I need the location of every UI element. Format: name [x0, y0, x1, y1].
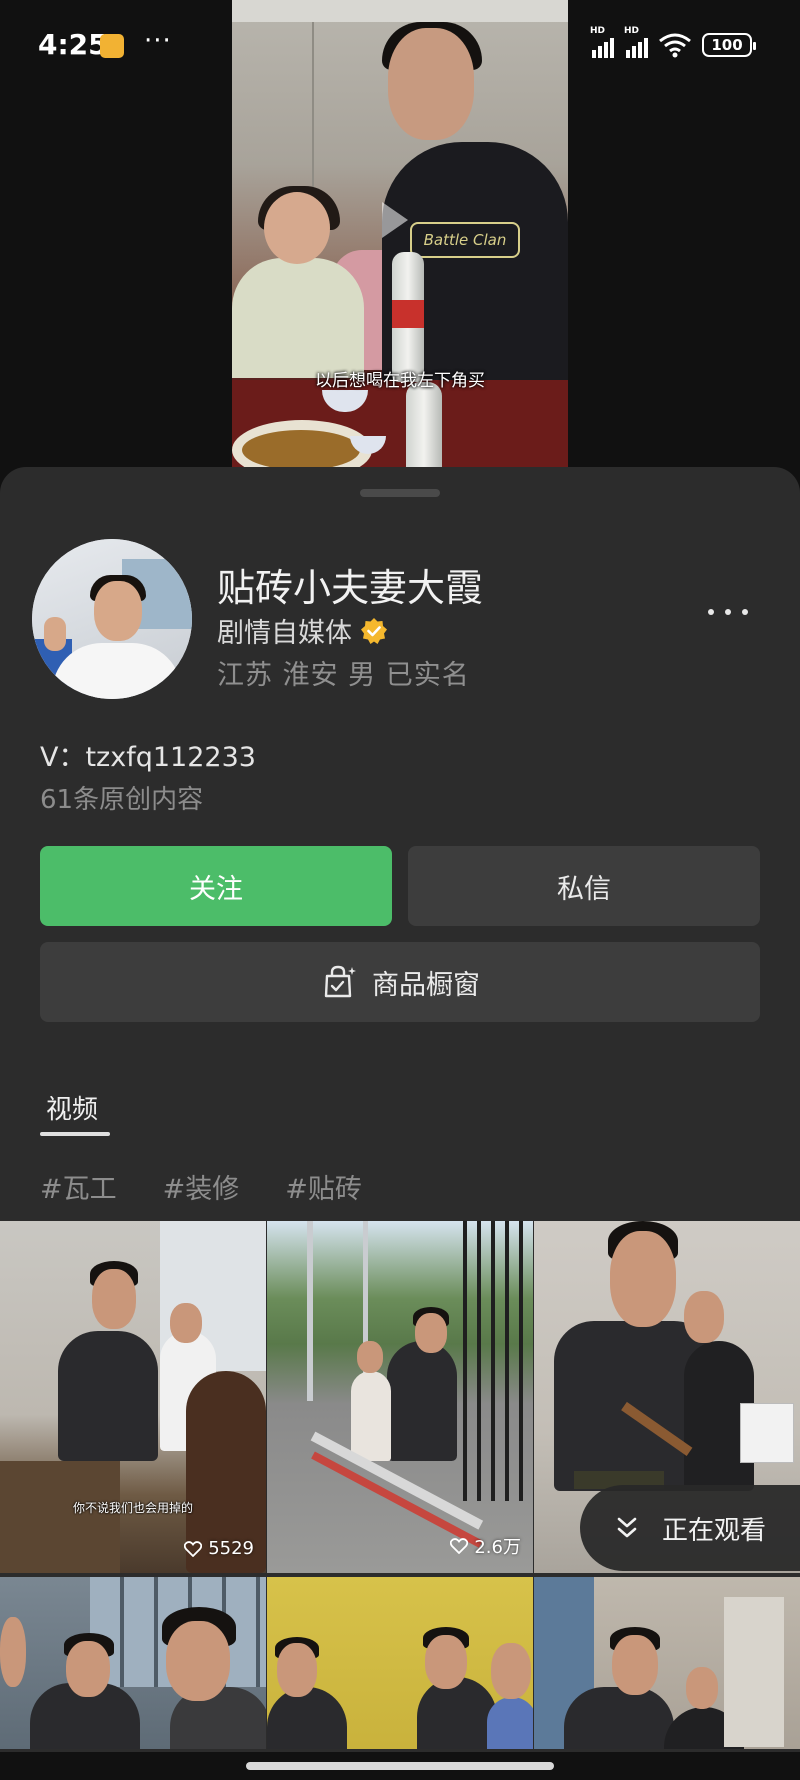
video-thumbnail[interactable]	[267, 1577, 533, 1749]
like-count-value: 2.6万	[474, 1537, 521, 1558]
play-icon	[382, 202, 408, 238]
video-subtitle: 以后想喝在我左下角买	[315, 371, 485, 391]
battery-icon: 100	[702, 33, 756, 57]
profile-type: 剧情自媒体	[217, 611, 388, 650]
dot-icon	[708, 609, 714, 615]
hd-label-2: HD	[624, 26, 640, 36]
like-count-value: 5529	[208, 1538, 254, 1559]
cell-signal-icon-2: HD	[624, 26, 648, 58]
video-thumbnail[interactable]: 你不说我们也会用掉的 5529	[0, 1221, 266, 1573]
thumbnail-caption: 你不说我们也会用掉的	[72, 1501, 193, 1515]
drag-handle[interactable]	[360, 489, 440, 497]
status-indicators: HD HD 100	[590, 26, 756, 58]
video-thumbnail[interactable]: 2.6万	[267, 1221, 533, 1573]
dot-icon	[742, 609, 748, 615]
profile-type-label: 剧情自媒体	[217, 618, 352, 649]
more-dots-icon: ···	[144, 26, 172, 56]
shirt-logo: Battle Clan	[410, 222, 520, 258]
cell-signal-icon: HD	[590, 26, 614, 58]
hd-label: HD	[590, 26, 606, 36]
tag-item[interactable]: #装修	[163, 1167, 240, 1206]
double-chevron-down-icon	[617, 1517, 637, 1538]
heart-icon	[450, 1538, 469, 1554]
now-watching-label: 正在观看	[662, 1515, 767, 1546]
like-count: 5529	[184, 1538, 254, 1559]
video-grid-row-2	[0, 1577, 800, 1749]
video-thumbnail[interactable]	[0, 1577, 266, 1749]
status-time: 4:25	[38, 28, 108, 61]
like-count: 2.6万	[450, 1533, 521, 1559]
tab-videos[interactable]: 视频	[46, 1089, 98, 1126]
avatar[interactable]	[32, 539, 192, 699]
store-label: 商品橱窗	[372, 969, 480, 1001]
contact-info: V：tzxfq112233	[40, 742, 256, 773]
tag-item[interactable]: #瓦工	[40, 1167, 117, 1206]
video-thumbnail[interactable]	[534, 1577, 800, 1749]
wifi-icon	[659, 33, 691, 58]
now-watching-button[interactable]: 正在观看	[580, 1485, 800, 1571]
dot-icon	[725, 609, 731, 615]
home-indicator[interactable]	[246, 1762, 554, 1770]
profile-sheet: 贴砖小夫妻大霞 剧情自媒体 江苏 淮安 男 已实名 V：tzxfq112233 …	[0, 467, 800, 1780]
content-count: 61条原创内容	[40, 785, 204, 815]
store-button[interactable]: 商品橱窗	[40, 942, 760, 1022]
tab-indicator	[40, 1132, 110, 1136]
profile-name: 贴砖小夫妻大霞	[217, 566, 484, 610]
shopping-bag-icon	[324, 965, 356, 998]
notes-app-icon	[100, 34, 124, 58]
verified-icon	[361, 617, 387, 644]
message-button[interactable]: 私信	[408, 846, 760, 926]
status-bar: 4:25 ··· HD HD 100	[0, 0, 800, 96]
follow-button[interactable]: 关注	[40, 846, 392, 926]
tag-list: #瓦工 #装修 #贴砖	[40, 1167, 362, 1206]
tag-item[interactable]: #贴砖	[285, 1167, 362, 1206]
heart-icon	[184, 1540, 203, 1557]
profile-location: 江苏 淮安 男 已实名	[217, 660, 470, 691]
more-options-button[interactable]	[700, 597, 756, 627]
system-nav-bar	[0, 1752, 800, 1780]
